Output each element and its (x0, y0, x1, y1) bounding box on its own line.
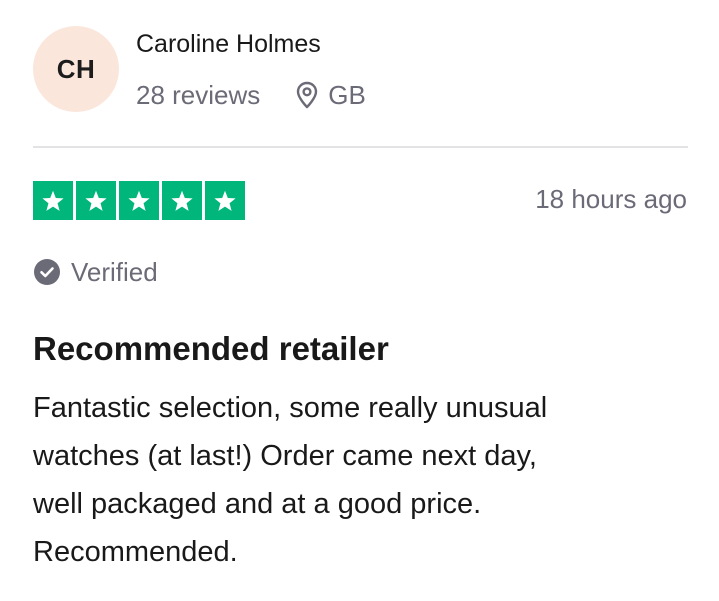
check-circle-icon (33, 258, 61, 286)
verified-badge[interactable]: Verified (33, 256, 158, 288)
reviewer-name[interactable]: Caroline Holmes (136, 30, 321, 59)
review-body-line: well packaged and at a good price. (33, 488, 482, 520)
star-rating (33, 181, 245, 220)
star-icon (162, 181, 202, 220)
star-icon (205, 181, 245, 220)
star-icon (76, 181, 116, 220)
review-body-line: Recommended. (33, 536, 238, 568)
divider (33, 146, 688, 148)
review-body: Fantastic selection, some really unusual… (33, 384, 693, 576)
star-icon (33, 181, 73, 220)
review-title[interactable]: Recommended retailer (33, 330, 389, 368)
avatar-initials: CH (56, 53, 96, 84)
avatar[interactable]: CH (33, 26, 119, 112)
star-icon (119, 181, 159, 220)
review-body-line: Fantastic selection, some really unusual (33, 392, 548, 424)
reviewer-country: GB (328, 79, 366, 110)
verified-label: Verified (71, 256, 158, 287)
review-count: 28 reviews (136, 79, 261, 110)
reviewer-meta: 28 reviews GB (136, 78, 366, 112)
review-date: 18 hours ago (535, 184, 687, 214)
location-pin-icon (296, 81, 318, 109)
review-body-line: watches (at last!) Order came next day, (33, 440, 537, 472)
